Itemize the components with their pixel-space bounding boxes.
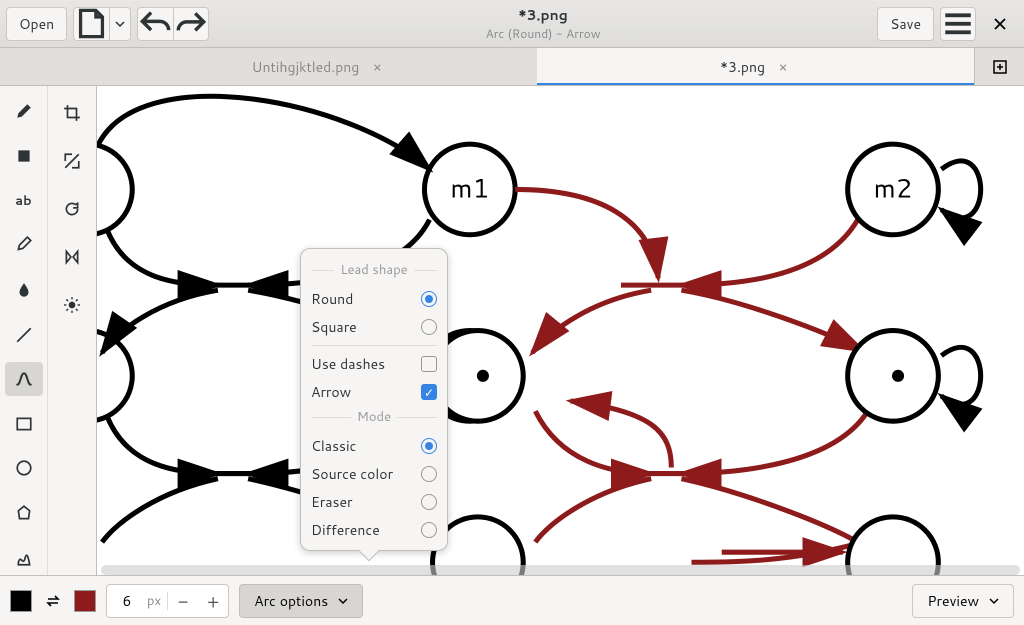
header-bar: Open *3.png Arc (Round) - Arrow Save [0,0,1024,48]
window-title: *3.png [518,5,567,25]
tools-left: ab [0,86,48,575]
size-input-group: 6 px − + [106,584,229,618]
polygon-tool[interactable] [5,496,43,531]
arc-options-button[interactable]: Arc options [239,584,363,618]
tab-bar: Untihgjktled.png × *3.png × [0,48,1024,86]
diagram-content: m1 [97,86,1024,575]
section-lead-shape: Lead shape [311,261,437,279]
eyedropper-tool[interactable] [5,228,43,263]
line-tool[interactable] [5,317,43,352]
option-difference[interactable]: Difference [311,516,437,544]
freeform-tool[interactable] [5,540,43,575]
primary-color-swatch[interactable] [10,590,32,612]
secondary-color-swatch[interactable] [74,590,96,612]
save-button[interactable]: Save [877,7,934,41]
swap-colors-button[interactable] [42,590,64,612]
window-subtitle: Arc (Round) - Arrow [486,25,601,42]
new-tab-button[interactable] [974,48,1024,85]
arc-options-popover: Lead shape Round Square Use dashes Arrow… [300,248,448,551]
radio-icon [421,494,437,510]
radio-icon [421,522,437,538]
crop-tool[interactable] [53,94,91,132]
option-eraser[interactable]: Eraser [311,488,437,516]
rect-tool[interactable] [5,406,43,441]
undo-button[interactable] [137,7,173,41]
curve-tool[interactable] [5,362,43,397]
option-square[interactable]: Square [311,313,437,341]
radio-icon [421,466,437,482]
tools-right [48,86,96,575]
size-decrease-button[interactable]: − [168,588,198,614]
circle-tool[interactable] [5,451,43,486]
chevron-down-icon [338,596,348,606]
resize-tool[interactable] [53,142,91,180]
close-window-button[interactable] [982,7,1018,41]
spotlight-tool[interactable] [53,286,91,324]
redo-button[interactable] [173,7,209,41]
open-button[interactable]: Open [6,7,67,41]
option-source-color[interactable]: Source color [311,460,437,488]
undo-redo-group [137,7,209,41]
size-increase-button[interactable]: + [198,588,228,614]
size-value[interactable]: 6 [107,591,147,611]
fill-tool[interactable] [5,139,43,174]
tab-close-button[interactable]: × [775,59,791,75]
menu-button[interactable] [940,7,976,41]
tab-active[interactable]: *3.png × [537,48,974,85]
horizontal-scrollbar[interactable] [101,565,1020,575]
checkbox-checked-icon: ✓ [421,384,437,400]
smudge-tool[interactable] [5,273,43,308]
new-file-button[interactable] [73,7,109,41]
radio-checked-icon [421,438,437,454]
rotate-tool[interactable] [53,190,91,228]
option-classic[interactable]: Classic [311,432,437,460]
radio-checked-icon [421,291,437,307]
new-file-group [73,7,131,41]
tab-label: *3.png [720,57,765,77]
main-area: ab [0,86,1024,575]
option-round[interactable]: Round [311,285,437,313]
checkbox-icon [421,356,437,372]
pencil-tool[interactable] [5,94,43,129]
svg-text:m2: m2 [874,169,913,206]
radio-icon [421,319,437,335]
option-dashes[interactable]: Use dashes [311,350,437,378]
canvas[interactable]: m1 [96,86,1024,575]
svg-text:m1: m1 [450,169,489,206]
title-area: *3.png Arc (Round) - Arrow [215,5,871,42]
preview-button[interactable]: Preview [912,584,1014,618]
mirror-tool[interactable] [53,238,91,276]
size-unit: px [147,592,168,610]
tab-close-button[interactable]: × [369,59,385,75]
text-tool[interactable]: ab [5,183,43,218]
option-arrow[interactable]: Arrow ✓ [311,378,437,406]
bottom-bar: 6 px − + Arc options Preview [0,575,1024,625]
new-file-menu-button[interactable] [109,7,131,41]
tab-label: Untihgjktled.png [252,57,360,77]
tab-inactive[interactable]: Untihgjktled.png × [100,48,537,85]
section-mode: Mode [311,408,437,426]
chevron-down-icon [989,596,999,606]
